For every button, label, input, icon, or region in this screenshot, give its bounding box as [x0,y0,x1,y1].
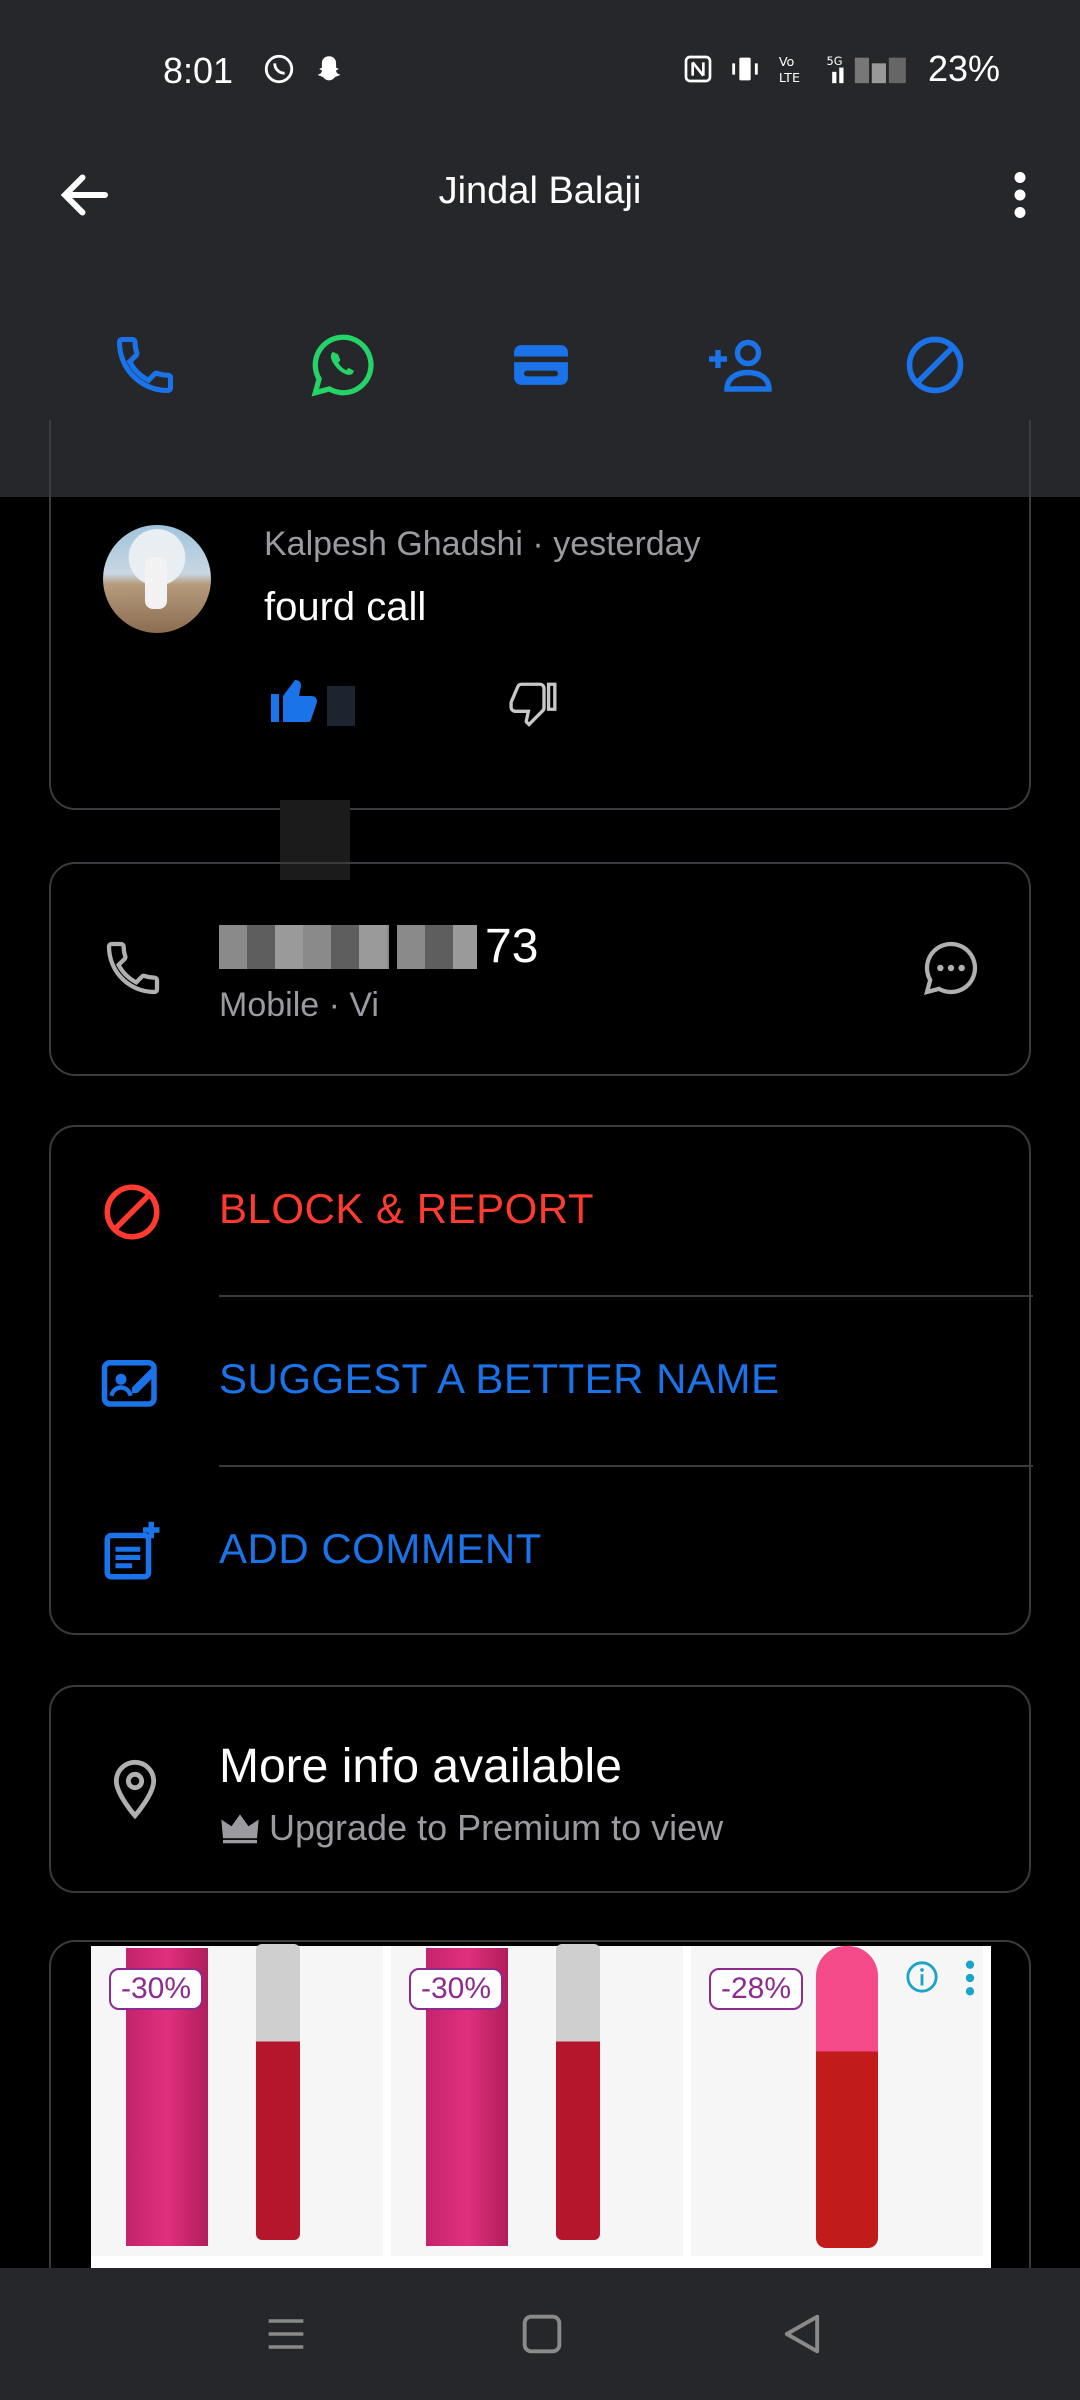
ad-product[interactable]: -30% [91,1944,383,2256]
contact-name: Jindal Balaji [438,170,642,212]
ad-banner[interactable]: -30% -30% -28% [91,1944,991,2268]
more-options-icon[interactable] [990,165,1050,225]
block-icon [104,1184,160,1240]
nfc-icon [684,55,712,83]
status-time: 8:01 [163,50,234,91]
info-subtitle: Upgrade to Premium to view [269,1807,724,1848]
block-button[interactable] [880,310,990,420]
product-tube-image [256,1944,300,2240]
block-report-row[interactable]: BLOCK & REPORT [51,1127,1033,1297]
suggest-name-row[interactable]: SUGGEST A BETTER NAME [51,1297,1033,1467]
ad-info-icon[interactable] [905,1960,939,1994]
phone-type: Mobile · Vi [219,986,379,1024]
svg-text:5G: 5G [826,54,842,68]
actions-card: BLOCK & REPORT SUGGEST A BETTER NAME ADD… [49,1125,1033,1637]
info-subtitle-row: Upgrade to Premium to view [219,1807,723,1849]
snapchat-icon [317,56,341,81]
call-button[interactable] [90,310,200,420]
thumbs-up-icon[interactable] [267,678,357,728]
info-title: More info available [219,1740,622,1793]
system-nav-bar [0,2268,1080,2400]
status-bar: 8:01 Vo LTE 5G 23% [0,0,1080,150]
add-comment-row[interactable]: ADD COMMENT [51,1467,1033,1637]
home-square-icon[interactable] [516,2308,568,2360]
comment-time: yesterday [553,525,701,563]
svg-text:LTE: LTE [779,71,800,86]
svg-text:Vo: Vo [779,55,795,70]
back-triangle-icon[interactable] [776,2308,828,2360]
block-report-label: BLOCK & REPORT [219,1185,594,1232]
5g-signal-icon: 5G [826,54,906,84]
volte-icon: VoLTE [779,55,800,86]
avatar[interactable] [103,525,211,633]
location-pin-icon [113,1759,157,1820]
product-lipstick-image [816,1946,878,2248]
ad-product[interactable]: -28% [691,1946,983,2256]
add-note-icon [104,1521,160,1580]
battery-level: 23% [927,48,1000,89]
ad-card[interactable]: -30% -30% -28% [49,1940,1031,2270]
comment-text: fourd call [264,585,427,629]
phone-icon[interactable] [101,936,165,1000]
ad-product[interactable]: -30% [391,1944,683,2256]
card-icon [514,345,568,385]
discount-badge: -28% [709,1968,804,2010]
redacted-digits [397,924,477,969]
ad-menu-icon[interactable] [963,1958,977,1998]
phone-icon [116,336,174,394]
add-person-icon [709,339,772,392]
redacted-digits [219,924,389,969]
whatsapp-icon [311,334,374,397]
whatsapp-button[interactable] [288,310,398,420]
message-bubble-icon[interactable] [919,936,983,1000]
product-tube-image [556,1944,600,2240]
discount-badge: -30% [109,1968,204,2010]
message-button[interactable] [486,310,596,420]
block-icon [906,336,964,394]
comment-card: Kalpesh Ghadshi · yesterday fourd call [49,420,1031,810]
discount-badge: -30% [409,1968,504,2010]
edit-card-icon [101,1360,157,1407]
crown-icon [221,1814,259,1844]
add-contact-button[interactable] [684,310,794,420]
comment-meta: Kalpesh Ghadshi · yesterday [264,525,701,564]
suggest-name-label: SUGGEST A BETTER NAME [219,1355,780,1402]
whatsapp-icon [264,54,294,84]
quick-actions [0,310,1080,420]
phone-number-suffix: 73 [485,920,539,973]
premium-info-card[interactable]: More info available Upgrade to Premium t… [49,1685,1031,1893]
comment-author: Kalpesh Ghadshi [264,525,523,563]
vibrate-icon [732,57,758,81]
thumbs-down-icon[interactable] [509,678,559,728]
phone-number-card[interactable]: 73 Mobile · Vi [49,862,1031,1076]
add-comment-label: ADD COMMENT [219,1525,542,1572]
comment-separator: · [532,525,544,563]
recents-menu-icon[interactable] [260,2308,312,2360]
phone-number: 73 [219,919,538,974]
